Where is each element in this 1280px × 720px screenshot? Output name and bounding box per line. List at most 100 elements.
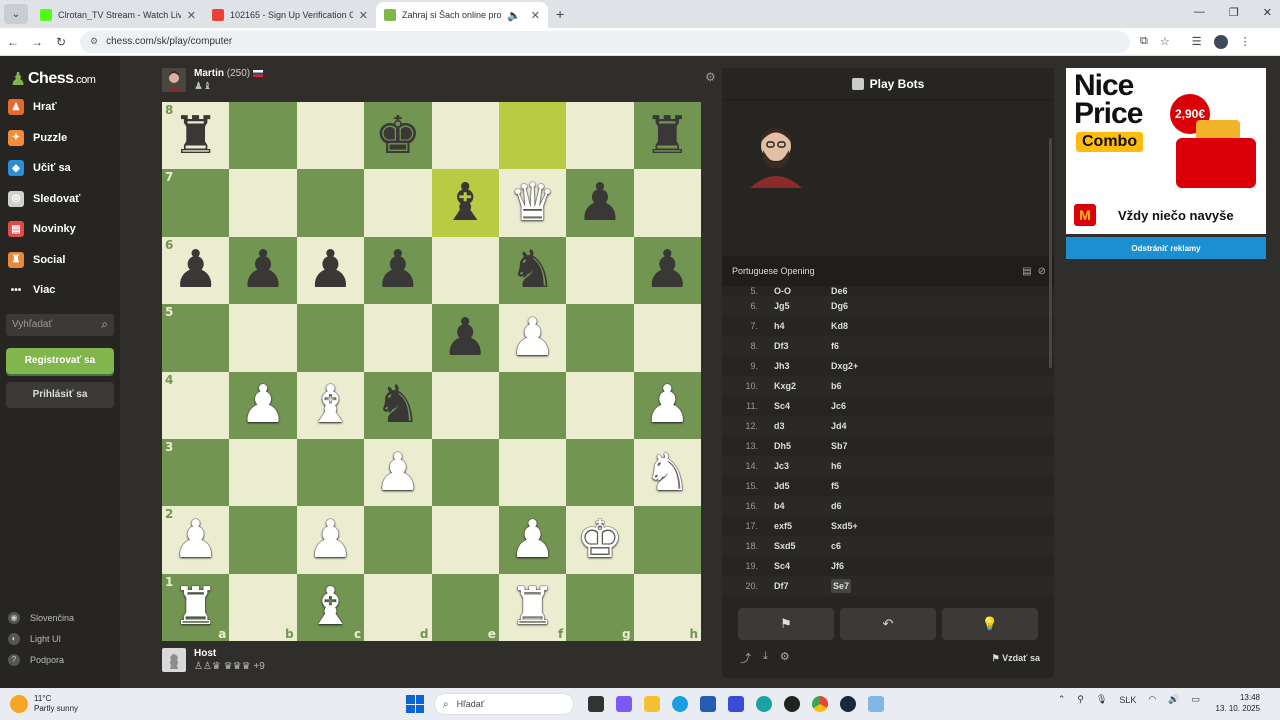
url-field[interactable]: ⚙ chess.com/sk/play/computer [80,30,1130,53]
black-pawn-icon[interactable]: ♟ [577,177,624,229]
black-knight-icon[interactable]: ♞ [509,244,556,296]
white-move[interactable]: Jh3 [764,361,831,371]
bot-portrait[interactable] [748,118,804,188]
black-move[interactable]: h6 [831,461,891,471]
square-d6[interactable]: ♟ [364,236,432,305]
language-indicator[interactable]: SLK [1119,695,1136,705]
tab-search-button[interactable]: ⌄ [4,4,28,24]
hint-button[interactable]: 💡 [942,608,1038,640]
square-b7[interactable] [229,169,297,237]
square-d1[interactable]: d [364,573,432,641]
chess-board[interactable]: 8 ♜ ♚ ♜ 7 ♝ ♛ ♟ 6 ♟ ♟ ♟ ♟ ♞ ♟ 5 ♟ ♟ 4 ♟ ♝ ♞ ♟ 3 ♟ ♞ 2 ♟ ♟ ♟ ♚ 1 a ♜ b c ♝ d e f… [162,102,701,641]
sidebar-support[interactable]: ? Podpora [8,649,74,670]
square-g4[interactable] [566,371,634,439]
square-c2[interactable]: ♟ [296,506,365,574]
white-move[interactable]: Kxg2 [764,381,831,391]
square-b6[interactable]: ♟ [229,236,297,305]
chrome-icon[interactable] [812,696,828,712]
browser-menu-icon[interactable]: ⋮ [1240,35,1251,48]
white-move[interactable]: Jd5 [764,481,831,491]
sidebar-language[interactable]: ◉ Slovenčina [8,607,74,628]
notepad-icon[interactable] [868,696,884,712]
mic-icon[interactable]: 🎙 [1096,694,1107,705]
guest-avatar[interactable] [162,648,186,672]
clock[interactable]: 13:48 13. 10. 2025 [1216,692,1260,714]
black-move[interactable]: Se7 [831,579,891,593]
app-icon[interactable] [756,696,772,712]
white-pawn-icon[interactable]: ♟ [509,514,556,566]
sidebar-item-social[interactable]: ♜ Social [0,245,120,276]
white-pawn-icon[interactable]: ♟ [172,514,219,566]
black-pawn-icon[interactable]: ♟ [240,244,287,296]
black-pawn-icon[interactable]: ♟ [172,244,219,296]
square-c3[interactable] [296,438,365,507]
square-e2[interactable] [431,506,499,574]
steam-icon[interactable] [840,696,856,712]
black-pawn-icon[interactable]: ♟ [375,244,422,296]
square-e5[interactable]: ♟ [431,304,499,372]
black-move[interactable]: f5 [831,481,891,491]
white-queen-icon[interactable]: ♛ [509,177,556,229]
square-e1[interactable]: e [431,573,499,641]
black-move[interactable]: Jf6 [831,561,891,571]
square-b2[interactable] [229,506,297,574]
start-button[interactable] [406,695,424,713]
white-move[interactable]: O-O [764,286,831,296]
taskbar-search[interactable]: ⌕ Hľadať [434,693,574,715]
sidebar-item-learn[interactable]: ◆ Učiť sa [0,153,120,184]
square-h2[interactable] [633,506,701,574]
sidebar-item-play[interactable]: ♟ Hrať [0,92,120,123]
network-icon[interactable]: ⚲ [1077,694,1084,705]
black-pawn-icon[interactable]: ♟ [442,312,489,364]
flag-button[interactable]: ⚑ [738,608,834,640]
browser-tab-1[interactable]: Clrotan_TV Stream - Watch Live ✕ [32,2,204,28]
square-f6[interactable]: ♞ [498,236,567,305]
square-f7[interactable]: ♛ [498,169,567,237]
black-move[interactable]: d6 [831,501,891,511]
white-pawn-icon[interactable]: ♟ [644,379,691,431]
new-tab-button[interactable]: + [556,6,564,22]
close-icon[interactable]: ✕ [359,9,368,22]
task-view-icon[interactable] [588,696,604,712]
black-move[interactable]: b6 [831,381,891,391]
square-b5[interactable] [229,304,297,372]
square-g5[interactable] [566,304,634,372]
square-d7[interactable] [364,169,432,237]
copilot-icon[interactable] [616,696,632,712]
square-g2[interactable]: ♚ [566,506,634,574]
white-bishop-icon[interactable]: ♝ [307,581,354,633]
black-bishop-icon[interactable]: ♝ [442,177,489,229]
white-move[interactable]: Dh5 [764,441,831,451]
register-button[interactable]: Registrovať sa [6,347,114,374]
square-e6[interactable] [431,236,499,305]
square-g1[interactable]: g [566,573,634,641]
site-info-icon[interactable]: ⚙ [90,36,98,47]
square-e4[interactable] [431,371,499,439]
black-move[interactable]: Sb7 [831,441,891,451]
square-g7[interactable]: ♟ [566,169,634,237]
black-move[interactable]: De6 [831,286,891,296]
close-window-icon[interactable]: ✕ [1263,6,1272,19]
square-b4[interactable]: ♟ [229,371,297,439]
square-f3[interactable] [498,438,567,507]
square-d3[interactable]: ♟ [364,438,432,507]
square-c6[interactable]: ♟ [296,236,365,305]
maximize-icon[interactable]: ❐ [1229,6,1239,19]
login-button[interactable]: Prihlásiť sa [6,381,114,408]
search-input[interactable]: Vyhľadať ⌕ [6,313,114,336]
square-d4[interactable]: ♞ [364,371,432,439]
wifi-icon[interactable]: ◠ [1148,694,1156,705]
square-f1[interactable]: f ♜ [498,573,567,641]
white-rook-icon[interactable]: ♜ [172,581,219,633]
square-c4[interactable]: ♝ [296,371,365,439]
black-rook-icon[interactable]: ♜ [644,110,691,162]
square-h3[interactable]: ♞ [633,438,701,507]
white-king-icon[interactable]: ♚ [577,514,624,566]
square-h5[interactable] [633,304,701,372]
stop-icon[interactable]: ⊘ [1038,266,1046,277]
book-icon[interactable]: ▤ [1022,266,1031,277]
save-icon[interactable] [728,696,744,712]
store-icon[interactable] [700,696,716,712]
black-pawn-icon[interactable]: ♟ [307,244,354,296]
black-move[interactable]: Dxg2+ [831,361,891,371]
